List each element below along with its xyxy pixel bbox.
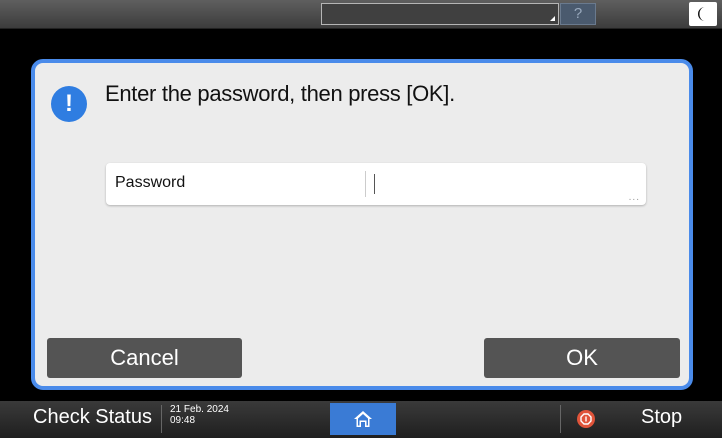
- energy-saver-button[interactable]: [689, 2, 717, 26]
- ellipsis-icon: ...: [628, 192, 640, 203]
- stop-button[interactable]: Stop: [641, 406, 682, 429]
- ok-button[interactable]: OK: [484, 338, 680, 378]
- field-divider: [365, 171, 366, 197]
- password-field[interactable]: Password ...: [106, 163, 646, 205]
- check-status-button[interactable]: Check Status: [33, 406, 152, 429]
- moon-icon: [698, 7, 705, 21]
- date-time: 21 Feb. 2024 09:48: [170, 404, 229, 426]
- resize-corner-icon: [550, 16, 555, 21]
- password-dialog: ! Enter the password, then press [OK]. P…: [31, 59, 693, 390]
- help-button[interactable]: ?: [560, 3, 596, 25]
- dialog-message: Enter the password, then press [OK].: [105, 81, 455, 106]
- top-status-field[interactable]: [321, 3, 559, 25]
- bottom-separator: [560, 405, 561, 433]
- time-text: 09:48: [170, 415, 196, 426]
- home-icon: [354, 411, 372, 427]
- info-exclamation-icon: !: [51, 86, 87, 122]
- bottom-separator: [161, 405, 162, 433]
- password-label: Password: [115, 174, 186, 191]
- home-button[interactable]: [330, 403, 396, 435]
- top-bar: ?: [0, 0, 722, 29]
- date-text: 21 Feb. 2024: [170, 404, 229, 415]
- bottom-bar: Check Status 21 Feb. 2024 09:48 Stop: [0, 401, 722, 438]
- stop-icon[interactable]: [577, 410, 595, 428]
- text-caret: [374, 174, 375, 194]
- stop-octagon-icon: [580, 413, 592, 425]
- cancel-button[interactable]: Cancel: [47, 338, 242, 378]
- question-icon: ?: [573, 5, 583, 22]
